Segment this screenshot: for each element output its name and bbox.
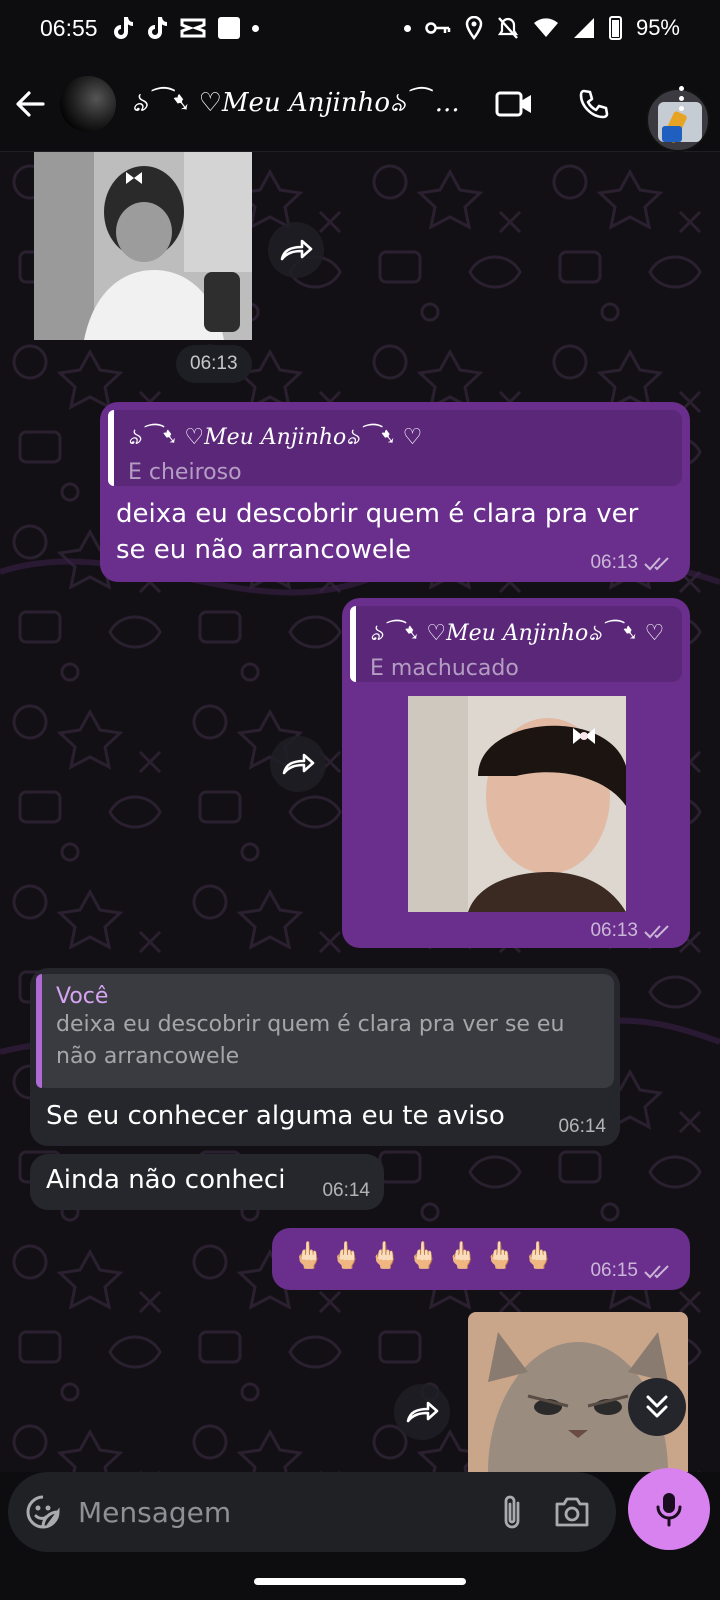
message-text: 🖕🏻🖕🏻🖕🏻🖕🏻🖕🏻🖕🏻🖕🏻	[292, 1241, 561, 1271]
status-time: 06:55	[40, 14, 98, 41]
phone-call-icon	[579, 89, 609, 118]
forward-button[interactable]	[394, 1384, 450, 1440]
message-time: 06:15	[590, 1260, 674, 1282]
tiktok-icon	[113, 17, 133, 39]
outgoing-reply-message[interactable]: ঌ︎⁀➷ ♡Meu Anjinhoঌ︎⁀➷ ♡ E cheiroso deixa…	[100, 402, 690, 582]
outgoing-emoji-message[interactable]: 🖕🏻🖕🏻🖕🏻🖕🏻🖕🏻🖕🏻🖕🏻 06:15	[272, 1228, 690, 1290]
message-time: 06:13	[590, 920, 674, 942]
message-time: 06:14	[322, 1180, 370, 1202]
chat-area[interactable]: 06:13 ঌ︎⁀➷ ♡Meu Anjinhoঌ︎⁀➷ ♡ E cheiroso…	[0, 152, 720, 1472]
camera-icon	[555, 1497, 589, 1527]
back-arrow-icon	[16, 90, 45, 117]
menu-icon[interactable]	[679, 86, 684, 111]
scroll-to-bottom-button[interactable]	[628, 1378, 686, 1436]
quote-text: deixa eu descobrir quem é clara pra ver …	[56, 1012, 565, 1069]
message-input[interactable]	[78, 1495, 482, 1529]
camera-button[interactable]	[542, 1472, 602, 1552]
video-call-icon	[495, 91, 531, 116]
dot-indicator	[403, 24, 411, 32]
sticker-icon	[26, 1495, 60, 1529]
quote-author: Você	[56, 984, 109, 1009]
notification-icons	[112, 16, 259, 40]
quoted-message[interactable]: ঌ︎⁀➷ ♡Meu Anjinhoঌ︎⁀➷ ♡ E machucado	[350, 606, 682, 682]
key-icon	[425, 22, 451, 34]
incoming-message[interactable]: Ainda não conheci 06:14	[30, 1154, 384, 1210]
quote-author: ঌ︎⁀➷ ♡Meu Anjinhoঌ︎⁀➷ ♡	[128, 425, 423, 450]
battery-icon	[608, 16, 622, 40]
read-ticks-icon	[644, 925, 669, 939]
photo-bw-person-image	[34, 152, 252, 340]
message-time-text: 06:14	[558, 1116, 606, 1137]
message-time: 06:14	[558, 1116, 606, 1138]
read-ticks-icon	[644, 1265, 669, 1279]
forward-icon	[282, 753, 315, 775]
signal-icon	[573, 18, 594, 38]
wifi-icon	[533, 18, 558, 37]
forward-icon	[280, 239, 313, 261]
voice-call-button[interactable]	[564, 74, 624, 134]
quote-text: E cheiroso	[128, 460, 242, 485]
photo-message[interactable]	[34, 152, 252, 340]
message-text: Ainda não conheci	[46, 1165, 286, 1195]
photo-person-image	[408, 696, 626, 912]
sticker-button[interactable]	[8, 1472, 78, 1552]
quote-text: E machucado	[370, 656, 519, 681]
message-composer	[8, 1472, 616, 1552]
more-notifications-dot	[251, 24, 259, 32]
message-input-bar	[0, 1468, 720, 1600]
square-app-icon	[217, 17, 240, 39]
chat-header: ঌ︎⁀➷ ♡Meu Anjinhoঌ︎⁀ ...	[0, 56, 720, 152]
floating-app-bubble[interactable]	[646, 88, 710, 152]
forward-button[interactable]	[270, 736, 326, 792]
photo-timestamp: 06:13	[176, 345, 252, 383]
read-ticks-icon	[644, 557, 669, 571]
video-call-button[interactable]	[484, 74, 544, 134]
attach-button[interactable]	[482, 1472, 542, 1552]
voice-record-button[interactable]	[628, 1468, 710, 1550]
back-button[interactable]	[0, 74, 60, 134]
capcut-icon	[180, 18, 206, 38]
tiktok-icon	[147, 17, 167, 39]
mute-bell-icon	[497, 17, 519, 39]
photo-message[interactable]	[408, 696, 626, 912]
location-icon	[465, 16, 483, 40]
quoted-message[interactable]: ঌ︎⁀➷ ♡Meu Anjinhoঌ︎⁀➷ ♡ E cheiroso	[108, 410, 682, 486]
contact-avatar[interactable]	[60, 75, 116, 132]
status-bar: 06:55 95%	[0, 0, 720, 56]
quote-author: ঌ︎⁀➷ ♡Meu Anjinhoঌ︎⁀➷ ♡	[370, 621, 665, 646]
double-chevron-down-icon	[646, 1395, 668, 1418]
message-time: 06:13	[590, 552, 674, 574]
forward-button[interactable]	[268, 222, 324, 278]
home-indicator[interactable]	[254, 1578, 466, 1585]
message-time-text: 06:13	[590, 552, 638, 573]
system-icons: 95%	[403, 15, 680, 41]
message-time-text: 06:14	[322, 1180, 370, 1201]
forward-icon	[406, 1401, 439, 1423]
microphone-icon	[656, 1493, 682, 1527]
contact-name[interactable]: ঌ︎⁀➷ ♡Meu Anjinhoঌ︎⁀ ...	[132, 82, 472, 126]
message-text: Se eu conhecer alguma eu te aviso	[46, 1101, 505, 1131]
message-time-text: 06:15	[590, 1260, 638, 1281]
paperclip-icon	[504, 1495, 520, 1529]
incoming-reply-message[interactable]: Você deixa eu descobrir quem é clara pra…	[30, 968, 620, 1146]
outgoing-reply-photo-message[interactable]: ঌ︎⁀➷ ♡Meu Anjinhoঌ︎⁀➷ ♡ E machucado 06:1…	[342, 598, 690, 948]
battery-percent: 95%	[635, 15, 680, 40]
quoted-message[interactable]: Você deixa eu descobrir quem é clara pra…	[36, 974, 614, 1088]
message-time-text: 06:13	[590, 920, 638, 941]
